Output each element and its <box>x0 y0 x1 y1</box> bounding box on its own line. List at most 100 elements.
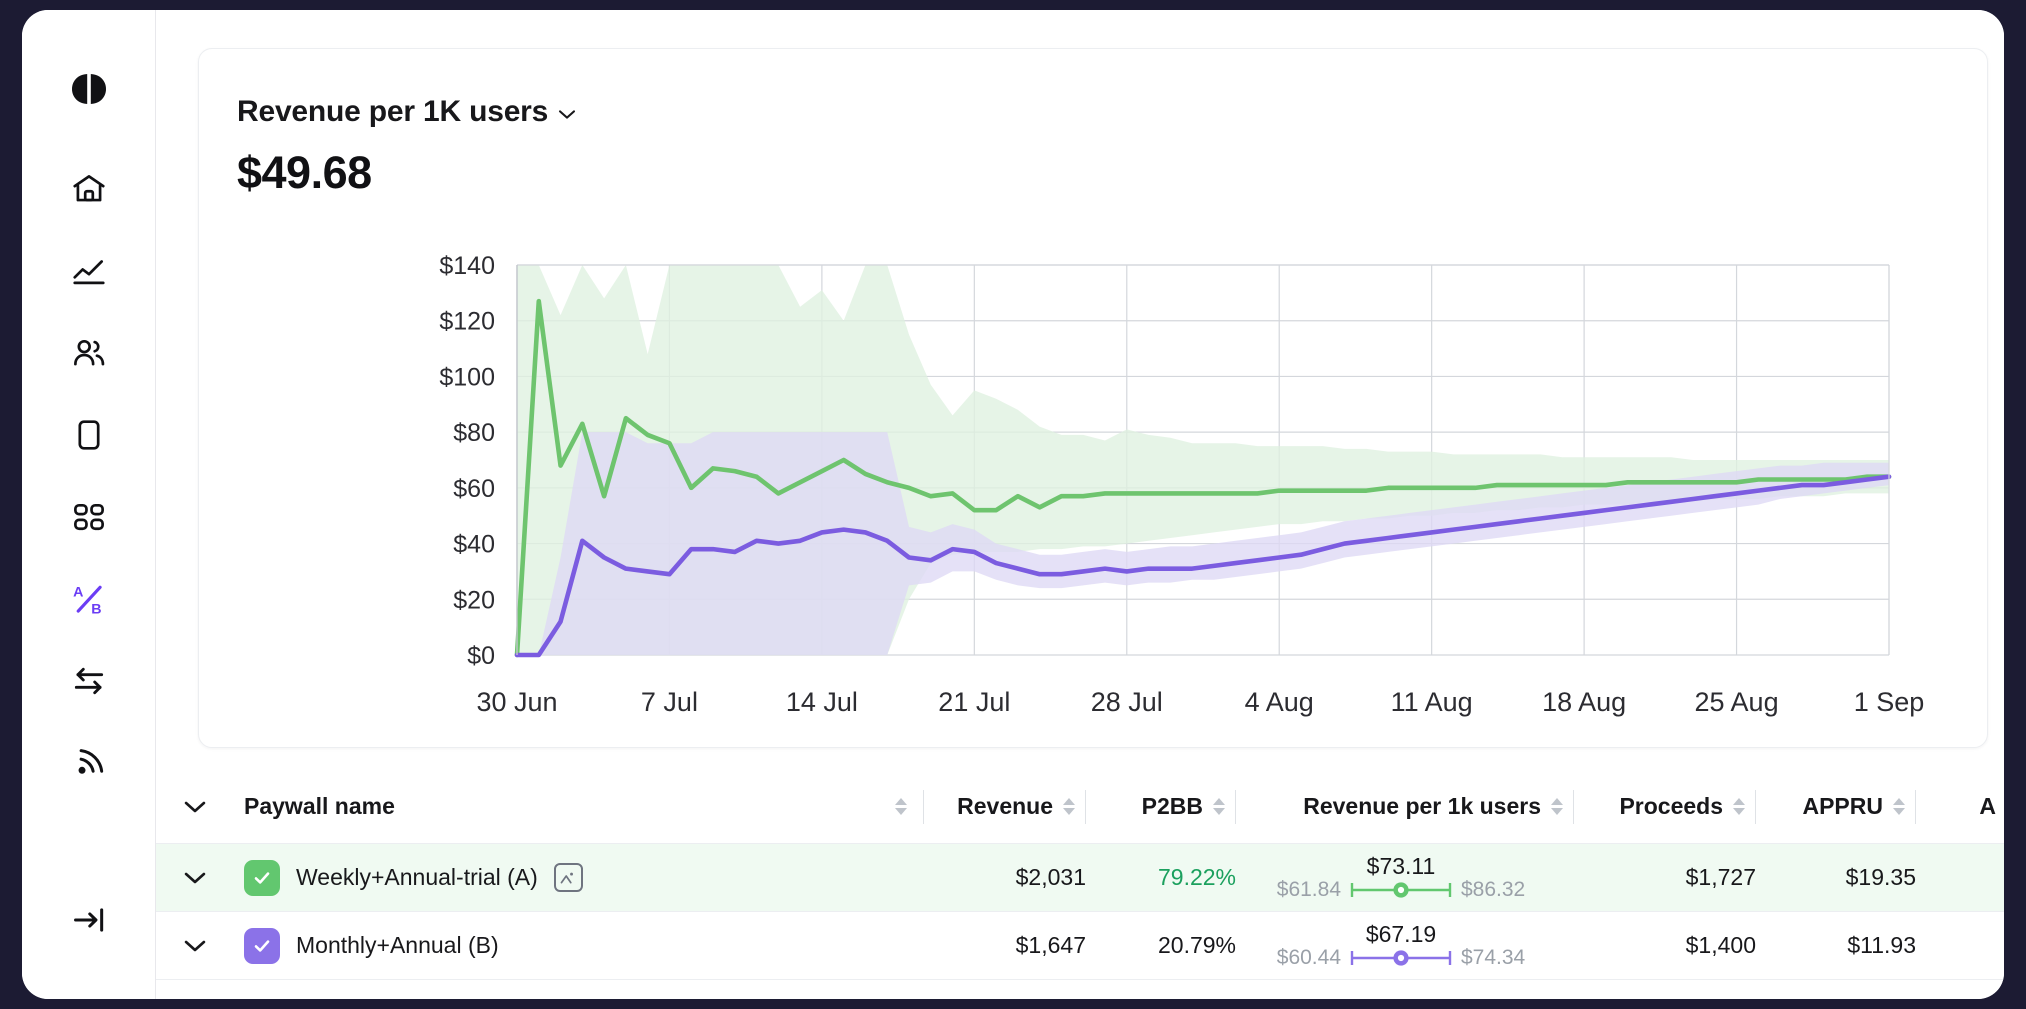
main-content: Revenue per 1K users $49.68 $0 $20 $40 $60 $… <box>156 10 2004 999</box>
sidebar-item-apps[interactable] <box>58 486 120 548</box>
table-row[interactable]: Weekly+Annual-trial (A) $2,031 79.22% $73.1… <box>156 844 2004 912</box>
check-icon <box>254 939 270 952</box>
chevron-down-icon[interactable] <box>558 107 576 119</box>
line-chart-icon <box>72 260 105 285</box>
signal-icon <box>78 749 103 774</box>
x-axis-tick-label: 28 Jul <box>1091 687 1163 717</box>
header-cell-p2bb[interactable]: P2BB <box>1094 789 1244 824</box>
row-checkbox[interactable] <box>244 859 280 896</box>
chevron-down-icon[interactable] <box>183 939 207 953</box>
y-axis-tick-label: $60 <box>453 475 495 503</box>
row-paywall-name: Monthly+Annual (B) <box>296 932 499 958</box>
check-icon <box>254 871 270 884</box>
chart-metric-label: Revenue per 1K users <box>237 95 549 128</box>
paywalls-table: Paywall name Revenue P2BB Revenue per 1k… <box>156 770 2004 980</box>
chevron-down-icon[interactable] <box>183 871 207 885</box>
collapse-right-icon <box>73 908 103 932</box>
y-axis-tick-label: $20 <box>453 586 495 614</box>
row-revenue: $1,647 <box>1015 932 1086 958</box>
header-label-name: Paywall name <box>244 793 395 819</box>
sort-toggle-rpk[interactable] <box>1551 798 1563 815</box>
table-row[interactable]: Monthly+Annual (B) $1,647 20.79% $67.19 $60.… <box>156 912 2004 980</box>
chart-metric-selector[interactable]: Revenue per 1K users <box>237 95 1987 129</box>
ci-lower-bound: $61.84 <box>1276 878 1341 902</box>
sort-toggle-revenue[interactable] <box>1063 798 1075 815</box>
sort-toggle-appru[interactable] <box>1893 798 1905 815</box>
y-axis-tick-label: $140 <box>439 252 495 280</box>
chart-plot: $0 $20 $40 $60 $80 $100 $120 $140 30 Jun 7 Jul 14 … <box>199 245 1989 745</box>
row-appru: $19.35 <box>1845 864 1916 890</box>
confidence-interval: $67.19 $60.44 $74.34 <box>1244 922 1574 969</box>
row-rpk: $73.11 $61.84 $86.32 <box>1244 854 1574 901</box>
image-preview-icon[interactable] <box>553 863 583 892</box>
ci-upper-bound: $74.34 <box>1461 946 1526 970</box>
x-axis-tick-label: 18 Aug <box>1542 687 1626 717</box>
header-cell-name[interactable]: Paywall name <box>234 789 924 824</box>
ci-lower-bound: $60.44 <box>1276 946 1341 970</box>
ci-midpoint: $67.19 <box>1365 920 1437 947</box>
chevron-down-icon <box>184 801 206 812</box>
row-checkbox[interactable] <box>244 927 280 964</box>
sidebar: A B <box>22 10 156 999</box>
users-icon <box>73 339 104 366</box>
row-p2bb: 20.79% <box>1157 932 1236 958</box>
row-appru: $11.93 <box>1847 932 1916 958</box>
x-axis-tick-label: 11 Aug <box>1391 687 1473 717</box>
app-window: A B Revenue per 1K users $49.68 $0 $20 $… <box>22 10 2004 999</box>
sidebar-item-ab-tests[interactable]: A B <box>58 568 120 630</box>
sort-toggle-proceeds[interactable] <box>1733 798 1745 815</box>
row-name-cell: Monthly+Annual (B) <box>234 927 924 964</box>
header-cell-proceeds[interactable]: Proceeds <box>1574 789 1764 824</box>
ab-test-icon: A B <box>73 585 102 617</box>
header-label-appru: APPRU <box>1802 793 1883 819</box>
row-paywall-name: Weekly+Annual-trial (A) <box>296 864 538 890</box>
row-rpk: $67.19 $60.44 $74.34 <box>1244 922 1574 969</box>
transfer-icon <box>74 667 103 695</box>
x-axis-tick-label: 1 Sep <box>1854 687 1925 717</box>
y-axis-tick-label: $40 <box>453 531 495 559</box>
row-name-cell: Weekly+Annual-trial (A) <box>234 859 924 896</box>
header-cell-rpk[interactable]: Revenue per 1k users <box>1244 789 1574 824</box>
x-axis-tick-label: 7 Jul <box>641 687 698 717</box>
grid-icon <box>73 503 104 531</box>
table-body: Weekly+Annual-trial (A) $2,031 79.22% $73.1… <box>156 844 2004 980</box>
row-expand-toggle[interactable] <box>156 939 234 953</box>
header-divider <box>1235 789 1236 824</box>
header-cell-revenue[interactable]: Revenue <box>924 789 1094 824</box>
sidebar-item-integrations[interactable] <box>58 650 120 712</box>
sidebar-item-paywalls[interactable] <box>58 404 120 466</box>
x-axis-tick-label: 14 Jul <box>786 687 858 717</box>
header-label-rpk: Revenue per 1k users <box>1303 793 1541 819</box>
sidebar-collapse-toggle[interactable] <box>58 889 120 951</box>
home-icon <box>72 174 105 202</box>
row-expand-toggle[interactable] <box>156 871 234 885</box>
ci-upper-bound: $86.32 <box>1461 878 1526 902</box>
header-divider <box>1085 789 1086 824</box>
sidebar-item-analytics[interactable] <box>58 240 120 302</box>
svg-text:B: B <box>91 601 101 617</box>
device-icon <box>77 420 100 450</box>
y-axis-tick-label: $120 <box>439 308 495 336</box>
confidence-interval: $73.11 $61.84 $86.32 <box>1244 854 1574 901</box>
svg-text:A: A <box>73 585 83 601</box>
chart-kpi-value: $49.68 <box>237 147 372 198</box>
header-cell-appru[interactable]: APPRU <box>1764 789 1924 824</box>
sidebar-item-home[interactable] <box>58 158 120 220</box>
chart-svg: $0 $20 $40 $60 $80 $100 $120 $140 30 Jun 7 Jul 14 … <box>439 252 1925 717</box>
header-cell-truncated[interactable]: A <box>1924 793 2004 820</box>
x-axis-tick-label: 21 Jul <box>938 687 1010 717</box>
header-label-p2bb: P2BB <box>1141 793 1203 819</box>
sidebar-item-audience[interactable] <box>58 322 120 384</box>
row-proceeds: $1,400 <box>1685 932 1756 958</box>
app-logo <box>58 58 120 120</box>
header-label-revenue: Revenue <box>957 793 1053 819</box>
sort-toggle-name[interactable] <box>895 798 907 815</box>
ci-whisker-icon <box>1350 950 1452 966</box>
header-expand-all[interactable] <box>156 800 234 814</box>
sidebar-item-events[interactable] <box>58 732 120 794</box>
row-revenue: $2,031 <box>1015 864 1086 890</box>
header-divider <box>1755 789 1756 824</box>
y-axis-tick-label: $100 <box>439 363 495 391</box>
sort-toggle-p2bb[interactable] <box>1213 798 1225 815</box>
x-axis-tick-label: 30 Jun <box>476 687 557 717</box>
